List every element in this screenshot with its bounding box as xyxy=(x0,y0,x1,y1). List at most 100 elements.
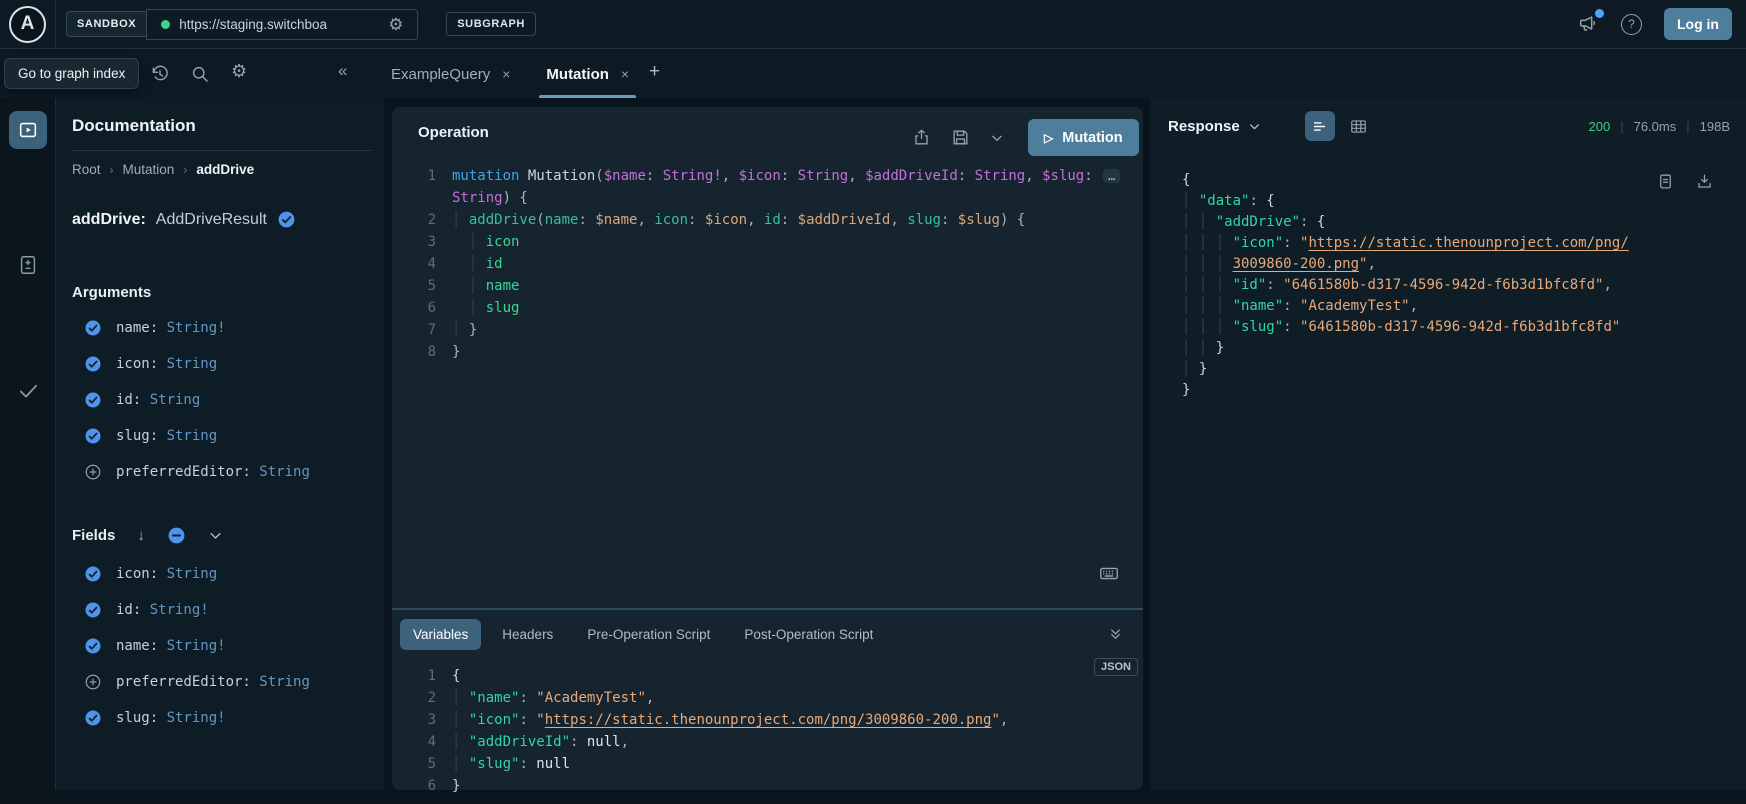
doc-item-text: icon: String xyxy=(116,566,217,582)
play-icon: ▷ xyxy=(1044,131,1053,145)
code-line: 5│ "slug": null xyxy=(392,753,1139,775)
operation-code-editor[interactable]: 1mutation Mutation($name: String!, $icon… xyxy=(392,165,1139,363)
schema-diff-nav-icon[interactable] xyxy=(17,254,39,276)
doc-item-icon[interactable]: icon: String xyxy=(72,556,376,592)
tab-label: Mutation xyxy=(546,66,608,83)
code-tokens: │ │ │ "id": "6461580b-d317-4596-942d-f6b… xyxy=(1182,275,1612,296)
request-tab-post-operation-script[interactable]: Post-Operation Script xyxy=(731,619,886,650)
doc-item-name[interactable]: name: String! xyxy=(72,310,376,346)
login-button[interactable]: Log in xyxy=(1664,8,1732,40)
subgraph-badge: SUBGRAPH xyxy=(446,12,536,36)
tab-label: ExampleQuery xyxy=(391,66,490,83)
fields-title: Fields xyxy=(72,527,115,544)
operation-actions: ▷ Mutation xyxy=(912,119,1139,156)
line-number: 5 xyxy=(392,753,436,775)
code-line: 1mutation Mutation($name: String!, $icon… xyxy=(392,165,1139,187)
keyboard-shortcuts-icon[interactable] xyxy=(1098,562,1120,584)
checked-circle-icon xyxy=(84,427,102,445)
code-tokens: │ } xyxy=(1182,359,1207,380)
check-circle-icon[interactable] xyxy=(277,210,296,229)
doc-item-id[interactable]: id: String! xyxy=(72,592,376,628)
endpoint-url-field[interactable]: https://staging.switchboa ⚙ xyxy=(146,9,418,40)
code-line: │ │ │ 3009860-200.png", xyxy=(1182,254,1742,275)
breadcrumb-root[interactable]: Root xyxy=(72,162,101,177)
chevron-down-icon[interactable] xyxy=(208,528,223,543)
code-line: │ │ "addDrive": { xyxy=(1182,212,1742,233)
code-line: 2│ "name": "AcademyTest", xyxy=(392,687,1139,709)
endpoint-url-text[interactable]: https://staging.switchboa xyxy=(179,17,379,32)
line-number: 2 xyxy=(392,687,436,709)
editor-tab-Mutation[interactable]: Mutation × xyxy=(543,50,632,98)
arguments-title: Arguments xyxy=(72,284,151,301)
response-json[interactable]: {│ "data": {│ │ "addDrive": {│ │ │ "icon… xyxy=(1182,170,1742,401)
breadcrumb-mutation[interactable]: Mutation xyxy=(123,162,175,177)
doc-item-name[interactable]: name: String! xyxy=(72,628,376,664)
variables-editor[interactable]: 1{2│ "name": "AcademyTest",3│ "icon": "h… xyxy=(392,665,1139,797)
close-tab-icon[interactable]: × xyxy=(502,66,510,82)
help-icon[interactable]: ? xyxy=(1621,14,1642,35)
save-icon[interactable] xyxy=(951,128,970,147)
save-dropdown-chevron-icon[interactable] xyxy=(990,131,1004,145)
doc-item-id[interactable]: id: String xyxy=(72,382,376,418)
tree-view-icon[interactable] xyxy=(1305,111,1335,141)
checked-circle-icon xyxy=(84,355,102,373)
collapse-section-double-chevron-icon[interactable] xyxy=(1108,627,1123,642)
divider: | xyxy=(1686,119,1689,134)
code-tokens: │ │ │ 3009860-200.png", xyxy=(1182,254,1376,275)
code-tokens: │ "icon": "https://static.thenounproject… xyxy=(452,709,1008,731)
status-code: 200 xyxy=(1589,119,1611,134)
sort-down-icon[interactable]: ↓ xyxy=(137,527,145,544)
checked-circle-icon xyxy=(84,319,102,337)
history-icon[interactable] xyxy=(150,64,170,84)
code-line: 4 │ id xyxy=(392,253,1139,275)
response-size: 198B xyxy=(1700,119,1730,134)
line-number: 6 xyxy=(392,297,436,319)
new-tab-button[interactable]: + xyxy=(645,61,664,83)
doc-item-preferredEditor[interactable]: preferredEditor: String xyxy=(72,664,376,700)
line-number: 1 xyxy=(392,665,436,687)
code-line: │ │ │ "id": "6461580b-d317-4596-942d-f6b… xyxy=(1182,275,1742,296)
doc-item-text: slug: String! xyxy=(116,710,226,726)
response-title-dropdown[interactable]: Response xyxy=(1168,118,1261,135)
code-line: │ │ │ "name": "AcademyTest", xyxy=(1182,296,1742,317)
apollo-logo-icon: A xyxy=(9,6,46,43)
deselect-all-icon[interactable] xyxy=(167,526,186,545)
endpoint-settings-gear-icon[interactable]: ⚙ xyxy=(388,16,403,33)
settings-gear-icon[interactable]: ⚙ xyxy=(231,62,247,80)
explorer-nav-icon[interactable] xyxy=(9,111,47,149)
run-mutation-button[interactable]: ▷ Mutation xyxy=(1028,119,1139,156)
request-tab-variables[interactable]: Variables xyxy=(400,619,481,650)
apollo-logo-wrap[interactable]: A xyxy=(0,0,56,49)
code-tokens: │ │ │ "slug": "6461580b-d317-4596-942d-f… xyxy=(1182,317,1620,338)
code-line: 3 │ "icon": "https://static.thenounprojec… xyxy=(392,709,1139,731)
search-icon[interactable] xyxy=(190,64,210,84)
doc-item-text: slug: String xyxy=(116,428,217,444)
request-tab-headers[interactable]: Headers xyxy=(489,619,566,650)
line-number xyxy=(392,187,436,209)
code-line: 4│ "addDriveId": null, xyxy=(392,731,1139,753)
doc-item-text: name: String! xyxy=(116,320,226,336)
field-title-type[interactable]: AddDriveResult xyxy=(156,211,267,229)
editor-tab-ExampleQuery[interactable]: ExampleQuery × xyxy=(388,50,513,98)
table-view-icon[interactable] xyxy=(1349,117,1368,136)
code-tokens: │ "data": { xyxy=(1182,191,1275,212)
response-header: Response 200 | 76.0ms | 198B xyxy=(1150,98,1746,154)
collapse-panel-icon[interactable]: « xyxy=(338,61,347,81)
request-tab-pre-operation-script[interactable]: Pre-Operation Script xyxy=(574,619,723,650)
code-line: { xyxy=(1182,170,1742,191)
line-number: 3 xyxy=(392,709,436,731)
doc-item-preferredEditor[interactable]: preferredEditor: String xyxy=(72,454,376,490)
code-tokens: │ addDrive(name: $name, icon: $icon, id:… xyxy=(452,209,1025,231)
checks-nav-icon[interactable] xyxy=(17,379,40,402)
doc-item-slug[interactable]: slug: String! xyxy=(72,700,376,736)
close-tab-icon[interactable]: × xyxy=(621,66,629,82)
code-tokens: │ "addDriveId": null, xyxy=(452,731,629,753)
code-tokens: │ id xyxy=(452,253,503,275)
announcements-megaphone-icon[interactable] xyxy=(1577,13,1599,35)
doc-item-slug[interactable]: slug: String xyxy=(72,418,376,454)
panel-splitter[interactable] xyxy=(392,608,1143,610)
code-line: │ } xyxy=(1182,359,1742,380)
doc-item-text: id: String! xyxy=(116,602,209,618)
doc-item-icon[interactable]: icon: String xyxy=(72,346,376,382)
share-icon[interactable] xyxy=(912,128,931,147)
